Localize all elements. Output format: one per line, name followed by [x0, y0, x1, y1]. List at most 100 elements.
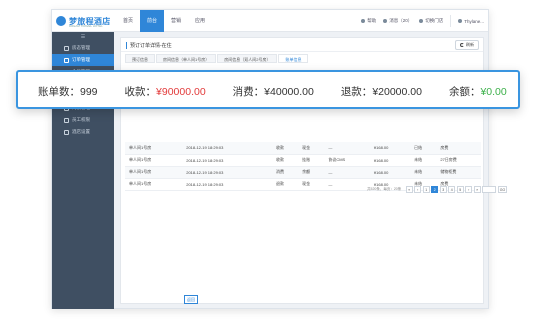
main-nav: 首页 前台 营销 应用 — [116, 10, 212, 32]
page-button[interactable]: 3 — [439, 186, 447, 193]
table-cell: 挂账 — [298, 154, 325, 167]
table-cell: 2018-12-19 18:29:03 — [182, 166, 272, 179]
table-cell: 收款 — [271, 154, 299, 167]
table-cell: 单人间1号房 — [125, 166, 183, 179]
bill-summary-bar: 账单数：999 收款：¥90000.00 消费：¥40000.00 退款：¥20… — [16, 70, 520, 109]
collected-label: 收款： — [124, 85, 157, 98]
table-cell: — — [324, 142, 370, 155]
table-cell: 2018-12-19 18:29:03 — [182, 178, 272, 191]
table-cell: ¥168.00 — [369, 166, 411, 179]
table-cell: — — [324, 166, 370, 179]
page-button[interactable]: 1 — [422, 186, 430, 193]
room-icon — [64, 45, 69, 51]
refresh-icon — [460, 43, 464, 47]
top-right-actions: 帮助 消息（20） 切换门店 Thylane... — [361, 10, 484, 32]
table-cell: 余额 — [298, 166, 325, 179]
switch-store-link[interactable]: 切换门店 — [419, 18, 443, 24]
table-row: 单人间1号房 2018-12-19 18:29:03 收款 挂账 协议CMS ¥168.0… — [125, 154, 481, 167]
refresh-button[interactable]: 刷新 — [455, 40, 479, 50]
table-cell: 单人间1号房 — [125, 142, 183, 155]
page-button[interactable]: « — [405, 186, 413, 193]
page-button[interactable]: 4 — [448, 186, 456, 193]
help-link[interactable]: 帮助 — [361, 18, 376, 24]
sidebar-item-label: 员工权限 — [72, 117, 90, 122]
sidebar-item[interactable]: 员工权限 — [52, 114, 114, 126]
sidebar-item-label: 房态管理 — [72, 45, 90, 50]
bill-table: 单人间1号房 2018-12-19 18:29:03 收款 现金 — ¥168.00 已结房… — [125, 142, 481, 191]
logo[interactable]: 梦旅程酒店 DREAM TRAVEL HOTEL — [56, 12, 114, 30]
user-icon — [458, 19, 463, 23]
page-button[interactable]: › — [465, 186, 473, 193]
switch-icon — [419, 19, 424, 23]
table-cell: — — [324, 178, 370, 191]
bill-count-value: 999 — [80, 85, 98, 98]
staff-icon — [64, 117, 69, 123]
user-menu[interactable]: Thylane... — [458, 19, 484, 24]
table-cell: 储物柜费 — [436, 166, 481, 179]
page-title: 预订订单详情-在住 — [126, 42, 172, 49]
table-cell: 未结 — [410, 154, 437, 167]
table-cell: 已结 — [410, 142, 437, 155]
sidebar-item-label: 订单管理 — [72, 57, 90, 62]
balance-value: ¥0.00 — [480, 85, 507, 98]
page-button[interactable]: 2 — [431, 186, 439, 193]
messages-link[interactable]: 消息（20） — [383, 18, 412, 24]
messages-label: 消息（20） — [389, 18, 413, 23]
sidebar-item[interactable]: 酒店设置 — [52, 126, 114, 138]
help-label: 帮助 — [367, 18, 377, 23]
table-cell: 现金 — [298, 142, 325, 155]
sidebar-toggle-icon[interactable]: ☰ — [52, 32, 114, 42]
table-cell: 协议CMS — [324, 154, 370, 167]
collected-value: ¥90000.00 — [156, 85, 206, 98]
back-button[interactable]: 返回 — [184, 295, 198, 304]
table-cell: ¥168.00 — [369, 154, 411, 167]
summary-collected: 收款：¥90000.00 — [125, 84, 206, 99]
table-cell: 单人间1号房 — [125, 178, 183, 191]
page-button[interactable]: » — [473, 186, 481, 193]
detail-tabs: 预订信息 房间信息（单人间1号房） 房间信息（双人间2号房） 账单信息 — [125, 54, 309, 63]
settings-icon — [64, 129, 69, 135]
page-jump-input[interactable] — [482, 186, 497, 193]
summary-refund: 退款：¥20000.00 — [341, 84, 422, 99]
page-button[interactable]: ‹ — [414, 186, 422, 193]
balance-label: 余额： — [448, 85, 481, 98]
order-icon — [64, 57, 69, 63]
table-cell: 2018-12-19 18:29:03 — [182, 142, 272, 155]
consumed-label: 消费： — [232, 85, 265, 98]
sidebar-item[interactable]: 房态管理 — [52, 42, 114, 54]
summary-row: 账单数：999 收款：¥90000.00 消费：¥40000.00 退款：¥20… — [38, 84, 507, 98]
sidebar-item-label: 酒店设置 — [72, 129, 90, 134]
nav-marketing[interactable]: 营销 — [164, 10, 188, 32]
table-cell: 退款 — [271, 178, 299, 191]
table-cell: ¥168.00 — [369, 142, 411, 155]
page-button[interactable]: 5 — [456, 186, 464, 193]
nav-home[interactable]: 首页 — [116, 10, 140, 32]
table-cell: 现金 — [298, 178, 325, 191]
refund-value: ¥20000.00 — [372, 85, 422, 98]
table-row: 单人间1号房 2018-12-19 18:29:03 消费 余额 — ¥168.00 未结储… — [125, 166, 481, 179]
app-window: 梦旅程酒店 DREAM TRAVEL HOTEL 首页 前台 营销 应用 帮助 … — [51, 9, 508, 309]
table-cell: 27日房费 — [436, 154, 481, 167]
summary-consumed: 消费：¥40000.00 — [233, 84, 314, 99]
page-go-button[interactable]: GO — [497, 186, 508, 193]
bell-icon — [383, 19, 388, 23]
pagination: 共520条，每页：20条 «‹ 1 2 3 4 5 ›» GO — [367, 185, 508, 194]
pagination-info: 共520条，每页：20条 — [367, 187, 402, 191]
tab-bill-info[interactable]: 账单信息 — [278, 54, 309, 63]
table-cell: 消费 — [271, 166, 299, 179]
summary-balance: 余额：¥0.00 — [449, 84, 507, 99]
refund-label: 退款： — [340, 85, 373, 98]
table-cell: 2018-12-19 18:29:03 — [182, 154, 272, 167]
sidebar-item[interactable]: 订单管理 — [52, 54, 114, 66]
tab-booking-info[interactable]: 预订信息 — [125, 54, 155, 63]
help-icon — [361, 19, 366, 23]
screenshot-stage: 梦旅程酒店 DREAM TRAVEL HOTEL 首页 前台 营销 应用 帮助 … — [0, 0, 536, 323]
summary-bill-count: 账单数：999 — [38, 84, 98, 99]
bill-count-label: 账单数： — [38, 85, 80, 98]
tab-room-1[interactable]: 房间信息（单人间1号房） — [156, 54, 217, 63]
nav-apps[interactable]: 应用 — [188, 10, 212, 32]
nav-front-desk[interactable]: 前台 — [140, 10, 165, 32]
tab-room-2[interactable]: 房间信息（双人间2号房） — [217, 54, 278, 63]
logo-subtitle: DREAM TRAVEL HOTEL — [69, 24, 103, 28]
switch-store-label: 切换门店 — [425, 18, 444, 23]
